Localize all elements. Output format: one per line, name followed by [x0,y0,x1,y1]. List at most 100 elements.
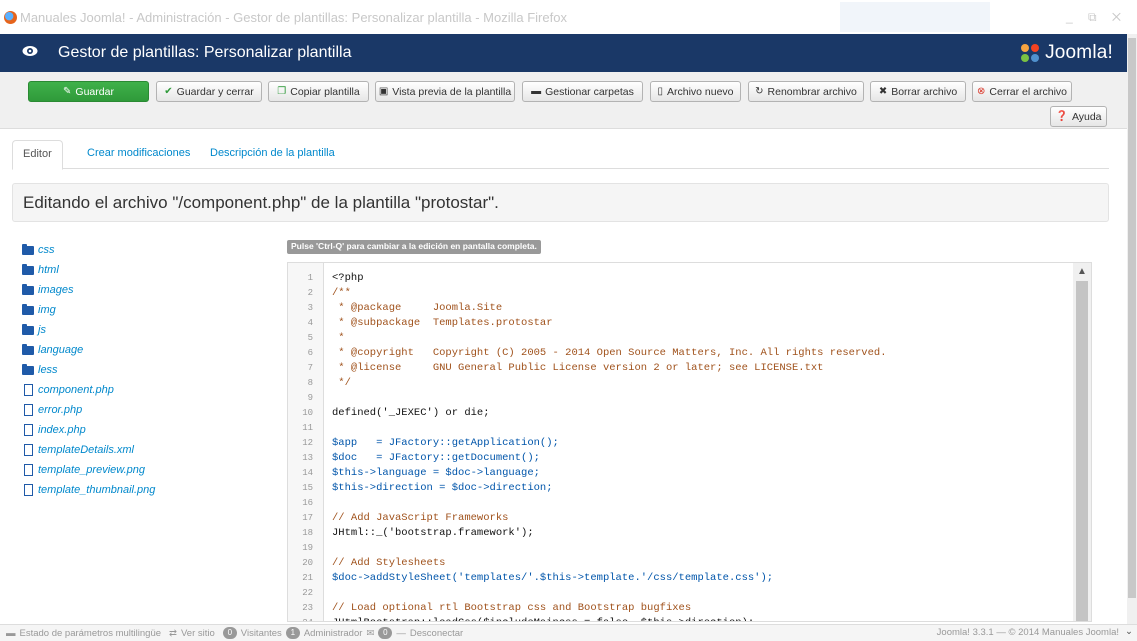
code-editor[interactable]: 1 <?php 2 /** 3 * @package Joomla.Site 4 * @s… [287,262,1092,622]
code-line[interactable]: 5 * [308,331,1073,346]
delete-file-label: Borrar archivo [891,85,958,98]
logout-link[interactable]: Desconectar [410,628,463,639]
chevron-down-icon[interactable]: ⌄ [1125,626,1133,637]
rename-file-button[interactable]: ↻ Renombrar archivo [748,81,864,102]
line-number: 9 [307,393,313,403]
tree-folder-less[interactable]: less [22,360,262,380]
code-line[interactable]: 16 [302,496,1073,511]
file-icon [24,384,33,396]
tab-editor[interactable]: Editor [12,140,63,170]
line-number: 18 [302,528,313,538]
firefox-logo-icon [4,11,17,24]
admin-header: Gestor de plantillas: Personalizar plant… [0,34,1127,72]
code-text: /** [332,287,351,299]
line-number: 15 [302,483,313,493]
window-controls[interactable]: _ ⧉ ✕ [1066,10,1127,25]
code-line[interactable]: 4 * @subpackage Templates.protostar [308,316,1073,331]
code-line[interactable]: 2 /** [308,286,1073,301]
save-close-button[interactable]: ✔ Guardar y cerrar [156,81,262,102]
admins-label: Administrador [303,627,363,639]
code-text: // Add Stylesheets [332,557,446,569]
code-line[interactable]: 13 $doc = JFactory::getDocument(); [302,451,1073,466]
line-number: 4 [307,318,313,328]
code-line[interactable]: 6 * @copyright Copyright (C) 2005 - 2014… [308,346,1073,361]
code-line[interactable]: 1 <?php [308,271,1073,286]
close-file-label: Cerrar el archivo [989,85,1067,98]
code-line[interactable]: 9 [308,391,1073,406]
save-button[interactable]: ✎ Guardar [28,81,149,102]
line-number: 19 [302,543,313,553]
line-number: 2 [307,288,313,298]
refresh-icon: ↻ [755,85,764,97]
line-number: 23 [302,603,313,613]
code-line[interactable]: 20 // Add Stylesheets [302,556,1073,571]
editor-scrollbar[interactable]: ▲ [1073,263,1091,621]
copy-template-button[interactable]: ❐ Copiar plantilla [268,81,369,102]
tree-folder-images[interactable]: images [22,280,262,300]
tree-folder-language[interactable]: language [22,340,262,360]
page-scroll-thumb[interactable] [1128,38,1136,598]
delete-file-button[interactable]: ✖ Borrar archivo [870,81,966,102]
window-title: Manuales Joomla! - Administración - Gest… [20,10,567,25]
new-file-label: Archivo nuevo [666,85,734,98]
line-number: 16 [302,498,313,508]
code-line[interactable]: 19 [302,541,1073,556]
close-file-button[interactable]: ⊗ Cerrar el archivo [972,81,1072,102]
tree-file-template-preview[interactable]: template_preview.png [22,460,262,480]
tree-file-error[interactable]: error.php [22,400,262,420]
folder-icon [22,343,34,355]
tree-folder-css[interactable]: css [22,240,262,260]
view-site-link[interactable]: Ver sitio [181,628,215,639]
code-text: $this->language = $doc->language; [332,467,540,479]
line-number: 7 [307,363,313,373]
tab-create-overrides[interactable]: Crear modificaciones [77,140,200,169]
manage-folders-label: Gestionar carpetas [545,85,634,98]
tab-template-description[interactable]: Descripción de la plantilla [200,140,345,169]
code-line[interactable]: 14 $this->language = $doc->language; [302,466,1073,481]
tree-folder-img[interactable]: img [22,300,262,320]
code-line[interactable]: 23 // Load optional rtl Bootstrap css and… [302,601,1073,616]
code-line[interactable]: 10 defined('_JEXEC') or die; [302,406,1073,421]
scroll-up-icon[interactable]: ▲ [1077,266,1087,277]
tree-file-template-thumbnail[interactable]: template_thumbnail.png [22,480,262,500]
code-line[interactable]: 3 * @package Joomla.Site [308,301,1073,316]
code-line[interactable]: 15 $this->direction = $doc->direction; [302,481,1073,496]
tree-file-templatedetails[interactable]: templateDetails.xml [22,440,262,460]
code-line[interactable]: 12 $app = JFactory::getApplication(); [302,436,1073,451]
template-preview-button[interactable]: ▣ Vista previa de la plantilla [375,81,515,102]
new-file-button[interactable]: ▯ Archivo nuevo [650,81,741,102]
code-line[interactable]: 17 // Add JavaScript Frameworks [302,511,1073,526]
folder-icon [22,283,34,295]
tree-file-index[interactable]: index.php [22,420,262,440]
code-line[interactable]: 21 $doc->addStyleSheet('templates/'.$this… [302,571,1073,586]
code-line[interactable]: 7 * @license GNU General Public License … [308,361,1073,376]
file-icon [24,464,33,476]
code-line[interactable]: 22 [302,586,1073,601]
line-number: 17 [302,513,313,523]
code-line[interactable]: 11 [302,421,1073,436]
messages-badge[interactable]: 0 [378,627,393,639]
code-text: defined('_JEXEC') or die; [332,407,490,419]
envelope-icon[interactable]: ✉ [366,628,374,639]
tree-folder-html[interactable]: html [22,260,262,280]
code-text: JHtmlBootstrap::loadCss($includeMaincss … [332,616,754,621]
line-number: 20 [302,558,313,568]
code-line[interactable]: 8 */ [308,376,1073,391]
manage-folders-button[interactable]: ▬ Gestionar carpetas [522,81,643,102]
tree-file-component[interactable]: component.php [22,380,262,400]
editor-scroll-thumb[interactable] [1076,281,1088,621]
comment-icon: ▬ [6,627,16,639]
code-text: * @copyright Copyright (C) 2005 - 2014 O… [332,347,887,359]
tree-label: component.php [38,384,114,396]
multilang-status-link[interactable]: Estado de parámetros multilingüe [20,628,162,639]
code-line[interactable]: 18 JHtml::_('bootstrap.framework'); [302,526,1073,541]
joomla-mark-icon [1021,44,1040,62]
file-tree: css html images img js language less com… [22,240,262,500]
code-line[interactable]: 24JHtmlBootstrap::loadCss($includeMaincs… [302,616,1073,621]
tree-label: img [38,304,56,316]
page-scrollbar[interactable] [1127,34,1137,624]
tree-folder-js[interactable]: js [22,320,262,340]
save-close-label: Guardar y cerrar [176,85,254,98]
joomla-logo[interactable]: Joomla! [1019,41,1113,65]
help-button[interactable]: ❓ Ayuda [1050,106,1107,127]
